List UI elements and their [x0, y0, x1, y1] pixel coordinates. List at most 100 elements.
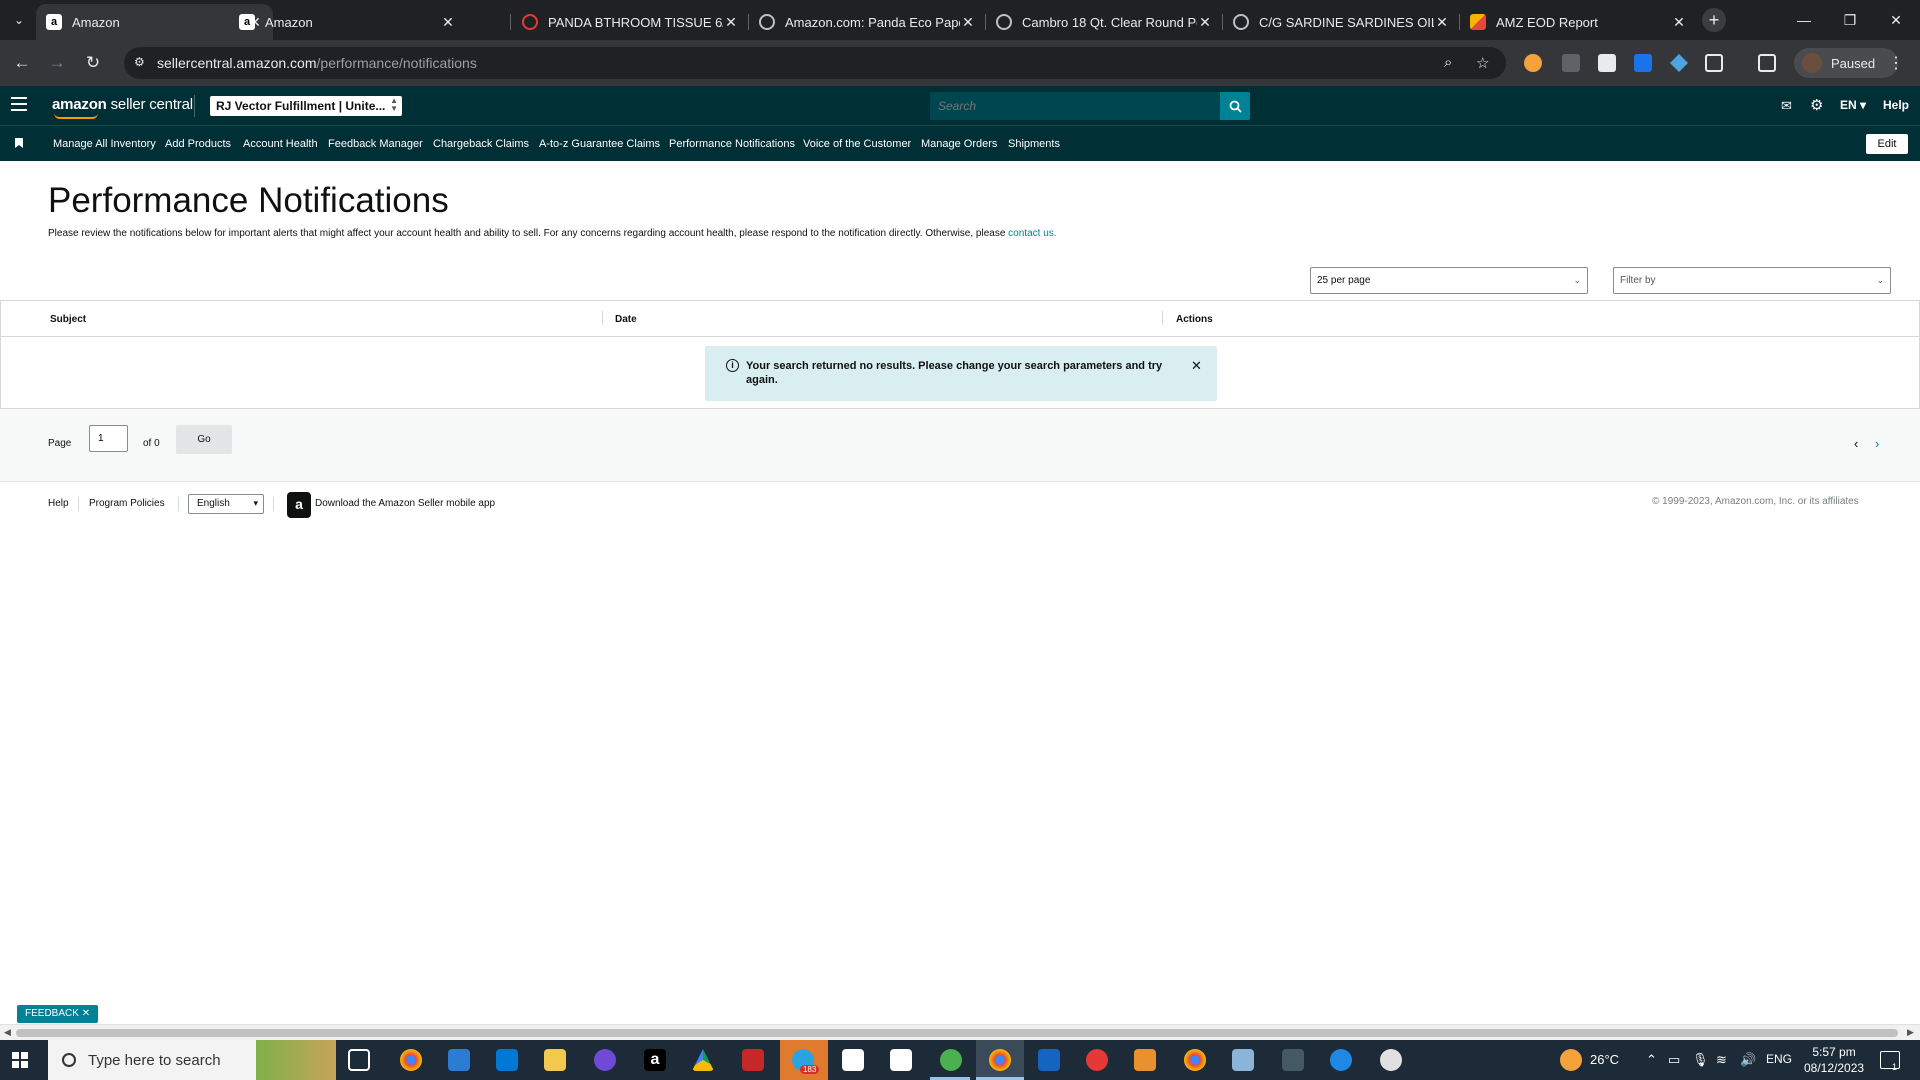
search-button[interactable] [1220, 92, 1250, 120]
scroll-left-icon[interactable]: ◀ [4, 1027, 11, 1038]
seller-central-logo[interactable]: amazon seller central [52, 96, 193, 119]
footer-language-select[interactable]: English ▾ [188, 494, 264, 514]
amazon-app-icon[interactable]: a [644, 1049, 666, 1071]
nav-manage-orders[interactable]: Manage Orders [921, 138, 997, 150]
extension-fm-icon[interactable] [1634, 54, 1652, 72]
taskbar-clock[interactable]: 5:57 pm 08/12/2023 [1804, 1044, 1864, 1076]
back-arrow-icon[interactable]: ← [10, 51, 34, 75]
hamburger-menu-icon[interactable] [11, 97, 27, 111]
nav-chargeback-claims[interactable]: Chargeback Claims [433, 138, 529, 150]
task-view-icon[interactable] [348, 1049, 370, 1071]
reload-icon[interactable]: ↻ [81, 51, 105, 75]
header-search[interactable] [930, 92, 1221, 120]
input-language[interactable]: ENG [1766, 1052, 1792, 1066]
close-tab-icon[interactable]: ✕ [1671, 14, 1687, 31]
next-page-icon[interactable]: › [1875, 436, 1879, 451]
search-input[interactable] [930, 92, 1221, 120]
mail-app-icon[interactable] [448, 1049, 470, 1071]
close-tab-icon[interactable]: ✕ [723, 14, 739, 31]
go-button[interactable]: Go [176, 425, 232, 454]
file-explorer-icon[interactable] [544, 1049, 566, 1071]
language-selector[interactable]: EN ▾ [1840, 98, 1866, 112]
new-tab-button[interactable]: + [1702, 8, 1726, 32]
close-tab-icon[interactable]: ✕ [960, 14, 976, 31]
site-info-icon[interactable]: ⚙ [134, 55, 150, 71]
browser-tab-panda-tissue[interactable]: PANDA BTHROOM TISSUE 6/4 | ✕ [512, 4, 749, 40]
nav-add-products[interactable]: Add Products [165, 138, 231, 150]
close-tab-icon[interactable]: ✕ [440, 14, 456, 31]
scroll-right-icon[interactable]: ▶ [1907, 1027, 1914, 1038]
extensions-puzzle-icon[interactable] [1705, 54, 1723, 72]
nav-shipments[interactable]: Shipments [1008, 138, 1060, 150]
browser-tab-panda-eco[interactable]: Amazon.com: Panda Eco Paper ✕ [749, 4, 986, 40]
browser-tab-eod-report[interactable]: AMZ EOD Report ✕ [1460, 4, 1697, 40]
browser-menu-icon[interactable]: ⋮ [1888, 53, 1904, 73]
mail-icon[interactable]: ✉ [1781, 98, 1792, 114]
calculator-icon[interactable] [1282, 1049, 1304, 1071]
tab-search-icon[interactable]: ⌄ [6, 8, 32, 32]
nav-account-health[interactable]: Account Health [243, 138, 318, 150]
download-app-link[interactable]: Download the Amazon Seller mobile app [315, 498, 495, 509]
extension-image-icon[interactable] [1598, 54, 1616, 72]
edge-icon[interactable] [1330, 1049, 1352, 1071]
media-player-icon[interactable] [594, 1049, 616, 1071]
store-icon[interactable] [496, 1049, 518, 1071]
filter-by-select[interactable]: Filter by ⌄ [1613, 267, 1891, 294]
footer-help-link[interactable]: Help [48, 498, 69, 509]
help-link[interactable]: Help [1883, 98, 1909, 112]
notes-icon[interactable] [1232, 1049, 1254, 1071]
nav-a-to-z-claims[interactable]: A-to-z Guarantee Claims [539, 138, 660, 150]
app-chart-icon-2[interactable] [890, 1049, 912, 1071]
zoom-icon[interactable]: ⌕ [1444, 54, 1452, 71]
chrome-icon[interactable] [400, 1049, 422, 1071]
minimize-icon[interactable]: — [1781, 0, 1827, 40]
page-number-input[interactable] [89, 425, 128, 452]
side-panel-icon[interactable] [1758, 54, 1776, 72]
utorrent-icon[interactable] [940, 1049, 962, 1071]
app-bird-icon[interactable] [1380, 1049, 1402, 1071]
column-header-date[interactable]: Date [615, 314, 637, 325]
seller-app-icon[interactable]: a [287, 492, 311, 518]
extension-icon[interactable] [1524, 54, 1542, 72]
battery-icon[interactable]: ▭ [1668, 1052, 1680, 1068]
nav-voice-of-customer[interactable]: Voice of the Customer [803, 138, 911, 150]
column-header-subject[interactable]: Subject [50, 314, 86, 325]
url-text[interactable]: sellercentral.amazon.com/performance/not… [157, 55, 477, 71]
chrome-active-icon[interactable] [989, 1049, 1011, 1071]
chrome-profile-icon[interactable] [1184, 1049, 1206, 1071]
app-chart-icon[interactable] [842, 1049, 864, 1071]
program-policies-link[interactable]: Program Policies [89, 498, 165, 509]
extension-off-icon[interactable] [1562, 54, 1580, 72]
per-page-select[interactable]: 25 per page ⌄ [1310, 267, 1588, 294]
bookmark-star-icon[interactable]: ☆ [1476, 54, 1489, 72]
horizontal-scrollbar[interactable]: ◀ ▶ [0, 1024, 1920, 1040]
browser-tab-sardines[interactable]: C/G SARDINE SARDINES OIL 24 ✕ [1223, 4, 1460, 40]
feedback-button[interactable]: FEEDBACK ✕ [17, 1005, 99, 1023]
google-drive-icon[interactable] [692, 1049, 714, 1071]
close-icon[interactable]: ✕ [82, 1008, 90, 1019]
r-app-icon[interactable] [1038, 1049, 1060, 1071]
previous-page-icon[interactable]: ‹ [1854, 436, 1858, 451]
show-hidden-icons-icon[interactable]: ⌃ [1646, 1052, 1657, 1068]
wifi-icon[interactable]: ≋ [1716, 1052, 1727, 1068]
nav-performance-notifications[interactable]: Performance Notifications [669, 138, 795, 150]
restore-icon[interactable]: ❐ [1827, 0, 1873, 40]
speaker-icon[interactable]: 🔊 [1740, 1052, 1756, 1068]
nav-manage-all-inventory[interactable]: Manage All Inventory [53, 138, 156, 150]
forward-arrow-icon[interactable]: → [45, 51, 69, 75]
slack-icon[interactable] [1134, 1049, 1156, 1071]
scrollbar-thumb[interactable] [16, 1029, 1898, 1037]
weather-icon[interactable] [1560, 1049, 1582, 1071]
app-red-icon[interactable] [742, 1049, 764, 1071]
microphone-icon[interactable]: 🎙 [1692, 1052, 1709, 1068]
nav-feedback-manager[interactable]: Feedback Manager [328, 138, 423, 150]
close-tab-icon[interactable]: ✕ [1197, 14, 1213, 31]
window-close-icon[interactable]: ✕ [1873, 0, 1919, 40]
contact-us-link[interactable]: contact us. [1008, 228, 1056, 239]
close-icon[interactable]: ✕ [1191, 358, 1202, 374]
edit-nav-button[interactable]: Edit [1866, 134, 1908, 154]
close-tab-icon[interactable]: ✕ [1434, 14, 1450, 31]
browser-tab-amazon[interactable]: a Amazon ✕ [229, 4, 466, 40]
account-selector[interactable]: RJ Vector Fulfillment | Unite... ▲ ▼ [210, 96, 402, 116]
checkmark-app-icon[interactable] [1086, 1049, 1108, 1071]
